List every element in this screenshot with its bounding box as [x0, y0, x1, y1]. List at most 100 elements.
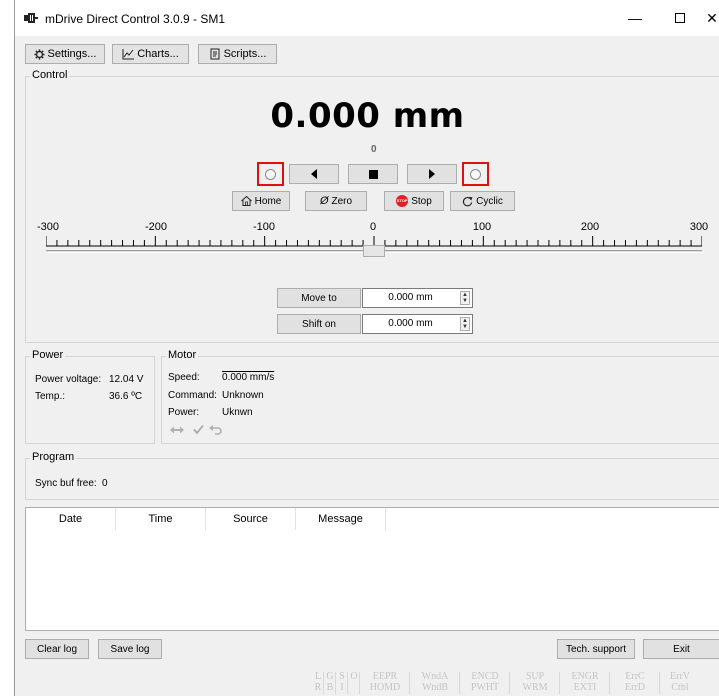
- app-motor-icon: [24, 13, 38, 23]
- home-label: Home: [254, 195, 282, 207]
- sync-buffer-label: Sync buf free:: [35, 478, 97, 489]
- status-flag-bottom: WRM: [522, 682, 548, 693]
- exit-label: Exit: [673, 643, 690, 655]
- ruler-label: -100: [252, 221, 276, 233]
- move-left-button[interactable]: [289, 164, 339, 184]
- script-scroll-icon: [210, 48, 220, 60]
- power-voltage-label: Power voltage:: [35, 374, 102, 385]
- right-limit-indicator[interactable]: [462, 162, 489, 186]
- charts-label: Charts...: [137, 48, 179, 60]
- motor-group-title: Motor: [166, 349, 199, 361]
- home-button[interactable]: Home: [232, 191, 290, 211]
- command-label: Command:: [168, 390, 217, 401]
- zero-label: Zero: [331, 195, 353, 207]
- minimize-button[interactable]: —: [615, 6, 655, 30]
- log-table[interactable]: Date Time Source Message: [25, 507, 719, 631]
- stop-motion-button[interactable]: [348, 164, 398, 184]
- command-value: Unknown: [222, 390, 264, 401]
- status-flag-top: ENGR: [571, 671, 599, 682]
- zero-slash-icon: Ø: [319, 195, 329, 207]
- tech-support-button[interactable]: Tech. support: [557, 639, 635, 659]
- speed-value: 0.000 mm/s: [222, 372, 275, 383]
- status-flag: WndA WndB: [410, 671, 460, 693]
- stop-sign-icon: STOP: [396, 195, 409, 207]
- minimize-icon: —: [628, 10, 642, 26]
- control-group-title: Control: [30, 69, 70, 81]
- move-to-spinner[interactable]: ▲ ▼: [460, 291, 470, 305]
- status-flag: ErrV Ctbl: [660, 671, 700, 693]
- power-voltage-value: 12.04 V: [109, 374, 144, 385]
- emergency-stop-button[interactable]: STOP Stop: [384, 191, 444, 211]
- shift-on-spinner[interactable]: ▲ ▼: [460, 317, 470, 331]
- move-to-button[interactable]: Move to: [277, 288, 361, 308]
- spin-down-icon[interactable]: ▼: [461, 298, 469, 304]
- status-flag-bottom: HOMD: [369, 682, 401, 693]
- arrow-right-icon: [429, 169, 435, 179]
- temperature-label: Temp.:: [35, 391, 66, 402]
- status-flag: EEPR HOMD: [360, 671, 410, 693]
- move-to-input[interactable]: 0.000 mm ▲ ▼: [362, 288, 473, 308]
- save-log-button[interactable]: Save log: [98, 639, 162, 659]
- column-header-time[interactable]: Time: [116, 508, 206, 530]
- maximize-button[interactable]: [660, 6, 700, 30]
- program-group-title: Program: [30, 451, 77, 463]
- scripts-label: Scripts...: [223, 48, 267, 60]
- exit-button[interactable]: Exit: [643, 639, 719, 659]
- cyclic-label: Cyclic: [476, 195, 503, 207]
- status-flag-bottom: EXTI: [573, 682, 597, 693]
- scripts-button[interactable]: Scripts...: [198, 44, 277, 64]
- ruler-label: 300: [689, 221, 709, 233]
- shift-on-button[interactable]: Shift on: [277, 314, 361, 334]
- clear-log-button[interactable]: Clear log: [25, 639, 89, 659]
- check-icon: [193, 424, 204, 435]
- log-header: Date Time Source Message: [26, 508, 719, 530]
- cyclic-button[interactable]: Cyclic: [450, 191, 515, 211]
- home-icon: [240, 196, 252, 206]
- save-log-label: Save log: [110, 643, 150, 655]
- ruler-label: 100: [472, 221, 492, 233]
- status-flag: ENGR EXTI: [560, 671, 610, 693]
- sub-position-display: 0: [371, 144, 377, 155]
- double-arrow-icon: [170, 426, 184, 434]
- ruler-label: 200: [580, 221, 600, 233]
- power-group-title: Power: [30, 349, 66, 361]
- settings-button[interactable]: Settings...: [25, 44, 105, 64]
- motor-power-label: Power:: [168, 407, 200, 418]
- settings-label: Settings...: [47, 48, 97, 60]
- move-to-label: Move to: [301, 292, 337, 304]
- status-flag: ENCD PWHT: [460, 671, 510, 693]
- column-header-date[interactable]: Date: [26, 508, 116, 530]
- gear-icon: [33, 48, 45, 60]
- move-right-button[interactable]: [407, 164, 457, 184]
- spin-down-icon[interactable]: ▼: [461, 324, 469, 330]
- temperature-value: 36.6 ºC: [109, 391, 143, 402]
- motor-power-value: Uknwn: [222, 407, 253, 418]
- window-title: mDrive Direct Control 3.0.9 - SM1: [45, 12, 226, 26]
- charts-button[interactable]: Charts...: [112, 44, 189, 64]
- shift-on-input[interactable]: 0.000 mm ▲ ▼: [362, 314, 473, 334]
- maximize-icon: [675, 13, 685, 23]
- left-limit-circle-icon: [265, 168, 276, 180]
- close-button[interactable]: ✕: [700, 6, 719, 30]
- status-flag-top: ErrV: [670, 671, 690, 682]
- undo-icon: [209, 425, 222, 435]
- status-flag: SUP WRM: [510, 671, 560, 693]
- arrow-left-icon: [311, 169, 317, 179]
- column-header-source[interactable]: Source: [206, 508, 296, 530]
- status-flag-top: WndA: [421, 671, 449, 682]
- shift-on-label: Shift on: [302, 318, 336, 330]
- status-flag-bottom: WndB: [421, 682, 449, 693]
- chart-icon: [122, 48, 135, 59]
- zero-button[interactable]: Ø Zero: [305, 191, 367, 211]
- tech-support-label: Tech. support: [565, 643, 627, 655]
- close-icon: ✕: [706, 10, 718, 26]
- position-slider-thumb[interactable]: [363, 245, 385, 257]
- column-header-message[interactable]: Message: [296, 508, 386, 530]
- status-flag-top: ENCD: [471, 671, 499, 682]
- square-stop-icon: [368, 169, 378, 179]
- left-limit-indicator[interactable]: [257, 162, 284, 186]
- title-bar[interactable]: mDrive Direct Control 3.0.9 - SM1 — ✕: [15, 0, 719, 36]
- speed-label: Speed:: [168, 372, 200, 383]
- program-group: Program: [25, 451, 719, 500]
- status-flag-bottom: ErrD: [625, 682, 645, 693]
